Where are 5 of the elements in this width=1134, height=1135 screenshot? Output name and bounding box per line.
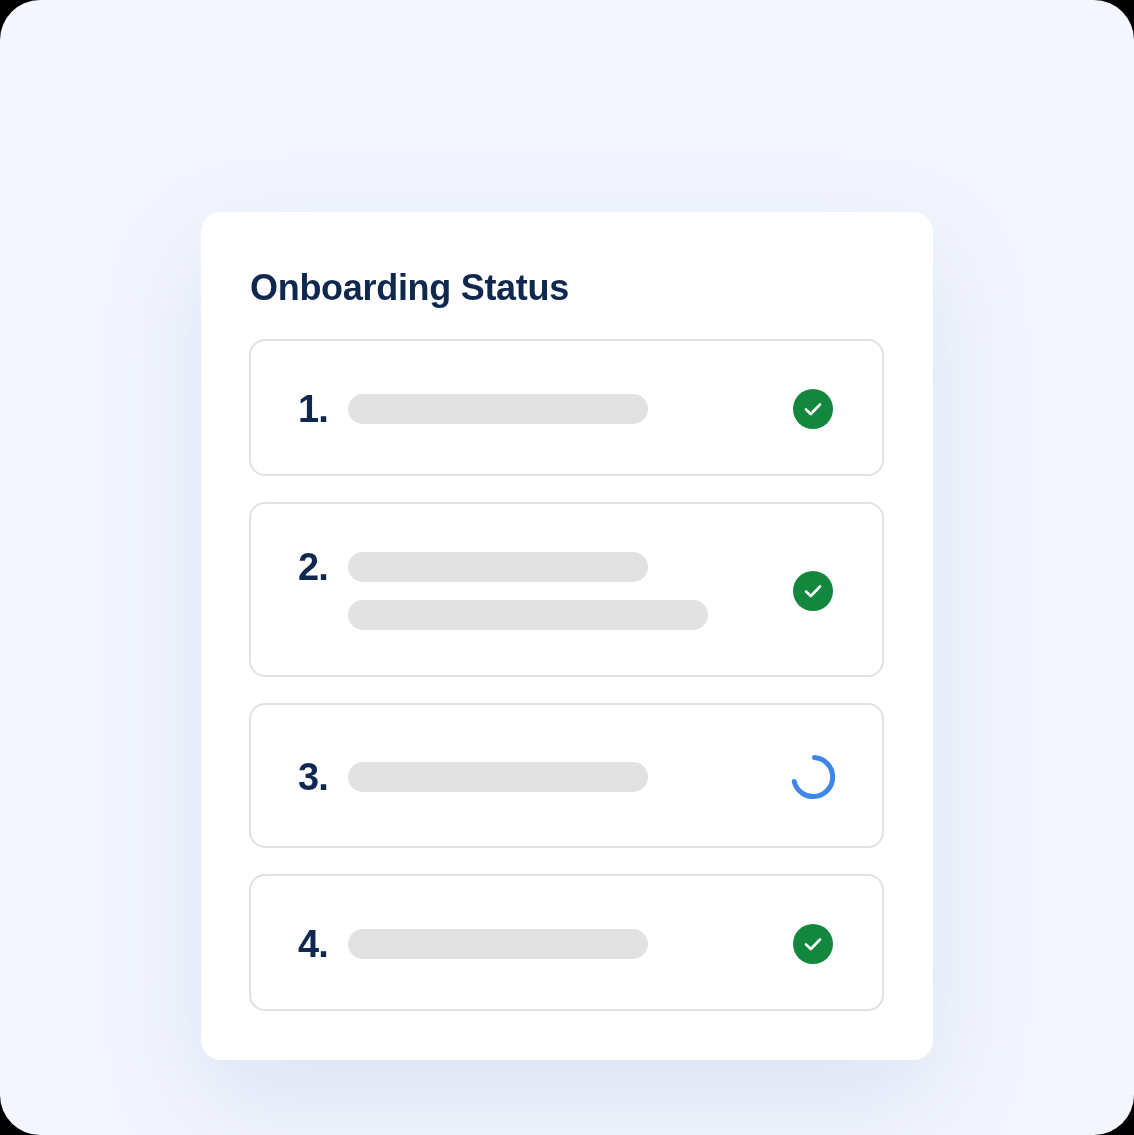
step-number: 2.	[298, 552, 329, 582]
step-number: 1.	[298, 394, 329, 424]
step-number: 3.	[298, 762, 329, 792]
step-number: 4.	[298, 929, 329, 959]
card-title: Onboarding Status	[250, 266, 569, 309]
